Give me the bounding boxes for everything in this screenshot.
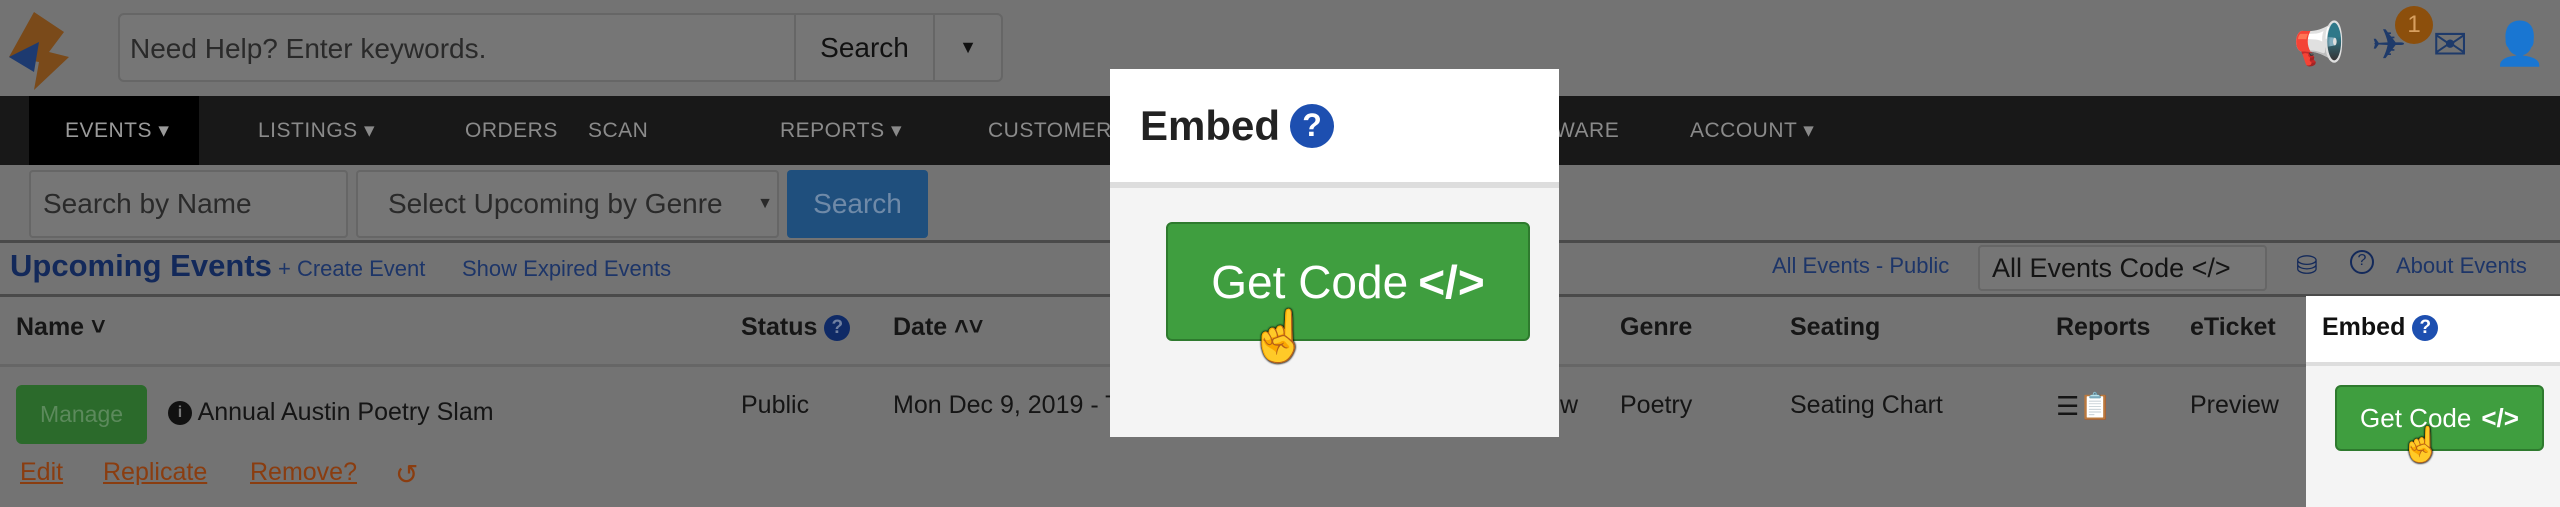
replicate-link[interactable]: Replicate bbox=[103, 458, 207, 487]
remove-link[interactable]: Remove? bbox=[250, 458, 357, 487]
show-expired-link[interactable]: Show Expired Events bbox=[462, 256, 671, 282]
help-search-button[interactable]: Search bbox=[796, 15, 935, 80]
notification-badge: 1 bbox=[2395, 6, 2433, 44]
all-events-public-link[interactable]: All Events - Public bbox=[1772, 253, 1949, 279]
col-status: Status ? bbox=[741, 313, 851, 342]
event-seating: Seating Chart bbox=[1790, 391, 1943, 419]
nav-listings[interactable]: LISTINGS ▾ bbox=[258, 96, 375, 165]
user-icon[interactable]: 👤 bbox=[2494, 20, 2546, 69]
popup-header: Embed? bbox=[1110, 69, 1559, 188]
search-by-name-input[interactable]: Search by Name bbox=[29, 170, 348, 238]
help-search-dropdown[interactable]: ▼ bbox=[935, 15, 1001, 80]
all-events-code-button[interactable]: All Events Code </> bbox=[1978, 245, 2267, 291]
info-icon[interactable]: i bbox=[168, 401, 192, 426]
col-embed-label: Embed bbox=[2322, 313, 2406, 341]
question-icon[interactable]: ? bbox=[2412, 315, 2439, 342]
nav-scan[interactable]: SCAN bbox=[588, 96, 648, 165]
help-search: Need Help? Enter keywords. Search ▼ bbox=[118, 13, 1003, 82]
about-events-link[interactable]: About Events bbox=[2396, 253, 2527, 279]
help-search-input[interactable]: Need Help? Enter keywords. bbox=[120, 15, 796, 80]
event-info: i Annual Austin Poetry Slam bbox=[168, 398, 494, 427]
hand-cursor-icon: ☝ bbox=[1248, 308, 1311, 364]
nav-reports[interactable]: REPORTS ▾ bbox=[780, 96, 902, 165]
chevron-down-icon: ▼ bbox=[757, 195, 773, 212]
nav-orders[interactable]: ORDERS bbox=[465, 96, 558, 165]
filter-search-button[interactable]: Search bbox=[787, 170, 928, 238]
col-genre: Genre bbox=[1620, 313, 1693, 341]
megaphone-icon[interactable]: 📢 bbox=[2293, 20, 2345, 69]
popup-get-code-label: Get Code bbox=[1211, 255, 1409, 308]
genre-select[interactable]: Select Upcoming by Genre ▼ bbox=[356, 170, 779, 238]
question-icon[interactable]: ? bbox=[824, 315, 851, 342]
event-genre-link[interactable]: Poetry bbox=[1620, 391, 1692, 420]
popup-get-code-button[interactable]: Get Code </> bbox=[1166, 222, 1530, 341]
code-icon: </> bbox=[2481, 402, 2519, 433]
col-seating: Seating bbox=[1790, 313, 1881, 341]
help-circle-icon[interactable]: ? bbox=[2350, 250, 2374, 274]
embed-popup: Embed? Get Code </> ☝ bbox=[1110, 69, 1559, 437]
edit-link[interactable]: Edit bbox=[20, 458, 63, 487]
logo[interactable] bbox=[4, 12, 74, 90]
event-date: Mon Dec 9, 2019 - T bbox=[893, 391, 1121, 419]
col-name[interactable]: Name ˅ bbox=[16, 313, 106, 342]
event-name: Annual Austin Poetry Slam bbox=[197, 398, 494, 426]
col-embed: Embed ? bbox=[2322, 313, 2439, 342]
popup-title: Embed bbox=[1140, 101, 1281, 149]
manage-button[interactable]: Manage bbox=[16, 385, 147, 444]
nav-software[interactable]: WARE bbox=[1555, 96, 1619, 165]
question-icon[interactable]: ? bbox=[1290, 103, 1335, 148]
col-date[interactable]: Date ˄˅ bbox=[893, 313, 983, 342]
hand-cursor-icon: ☝ bbox=[2400, 426, 2443, 464]
nav-customers[interactable]: CUSTOMERS bbox=[988, 96, 1126, 165]
nav-events[interactable]: EVENTS ▾ bbox=[29, 96, 199, 165]
nav-account[interactable]: ACCOUNT ▾ bbox=[1690, 96, 1814, 165]
history-icon[interactable]: ↺ bbox=[395, 458, 418, 491]
code-icon: </> bbox=[1418, 255, 1485, 308]
page-title: Upcoming Events bbox=[10, 248, 272, 283]
genre-select-value: Select Upcoming by Genre bbox=[388, 188, 723, 219]
event-status: Public bbox=[741, 391, 810, 419]
create-event-link[interactable]: + Create Event bbox=[278, 256, 425, 282]
col-eticket: eTicket bbox=[2190, 313, 2276, 341]
binoculars-icon[interactable]: ⛁ bbox=[2296, 250, 2318, 281]
col-reports: Reports bbox=[2056, 313, 2151, 341]
envelope-icon[interactable]: ✉ bbox=[2433, 20, 2468, 69]
col-status-label: Status bbox=[741, 313, 818, 341]
view-fragment: w bbox=[1560, 391, 1579, 419]
eticket-preview-link[interactable]: Preview bbox=[2190, 391, 2279, 420]
reports-icons[interactable]: ☰📋 bbox=[2056, 391, 2112, 422]
